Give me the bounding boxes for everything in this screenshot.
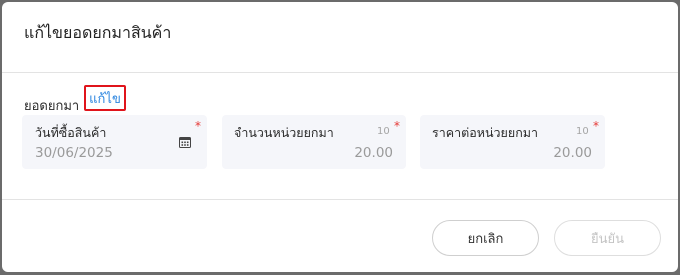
edit-link[interactable]: แก้ไข — [84, 85, 126, 111]
opening-quantity-field[interactable]: จำนวนหน่วยยกมา 10 * 20.00 — [222, 115, 406, 169]
header-divider — [2, 72, 678, 73]
required-mark: * — [195, 119, 201, 133]
cancel-button[interactable]: ยกเลิก — [432, 220, 539, 256]
calendar-icon[interactable] — [179, 136, 191, 148]
opening-quantity-value: 20.00 — [354, 145, 393, 161]
opening-quantity-label: จำนวนหน่วยยกมา — [234, 125, 334, 140]
opening-balance-label: ยอดยกมา — [24, 99, 80, 114]
unit-price-label: ราคาต่อหน่วยยกมา — [432, 125, 539, 140]
cancel-button-label: ยกเลิก — [467, 231, 504, 247]
edit-opening-balance-dialog: แก้ไขยอดยกมาสินค้า ยอดยกมา แก้ไข วันที่ซ… — [2, 2, 678, 272]
required-mark: * — [593, 119, 599, 133]
purchase-date-value: 30/06/2025 — [35, 145, 113, 161]
unit-price-field[interactable]: ราคาต่อหน่วยยกมา 10 * 20.00 — [420, 115, 605, 169]
confirm-button-label: ยืนยัน — [590, 231, 624, 247]
max-length-hint: 10 — [377, 126, 390, 137]
confirm-button[interactable]: ยืนยัน — [554, 220, 661, 256]
edit-link-label: แก้ไข — [89, 91, 121, 107]
purchase-date-field[interactable]: วันที่ซื้อสินค้า * 30/06/2025 — [22, 115, 207, 169]
footer-divider — [2, 199, 678, 200]
unit-price-value: 20.00 — [553, 145, 592, 161]
required-mark: * — [394, 119, 400, 133]
max-length-hint: 10 — [576, 126, 589, 137]
dialog-title: แก้ไขยอดยกมาสินค้า — [24, 23, 172, 42]
purchase-date-label: วันที่ซื้อสินค้า — [35, 125, 107, 140]
